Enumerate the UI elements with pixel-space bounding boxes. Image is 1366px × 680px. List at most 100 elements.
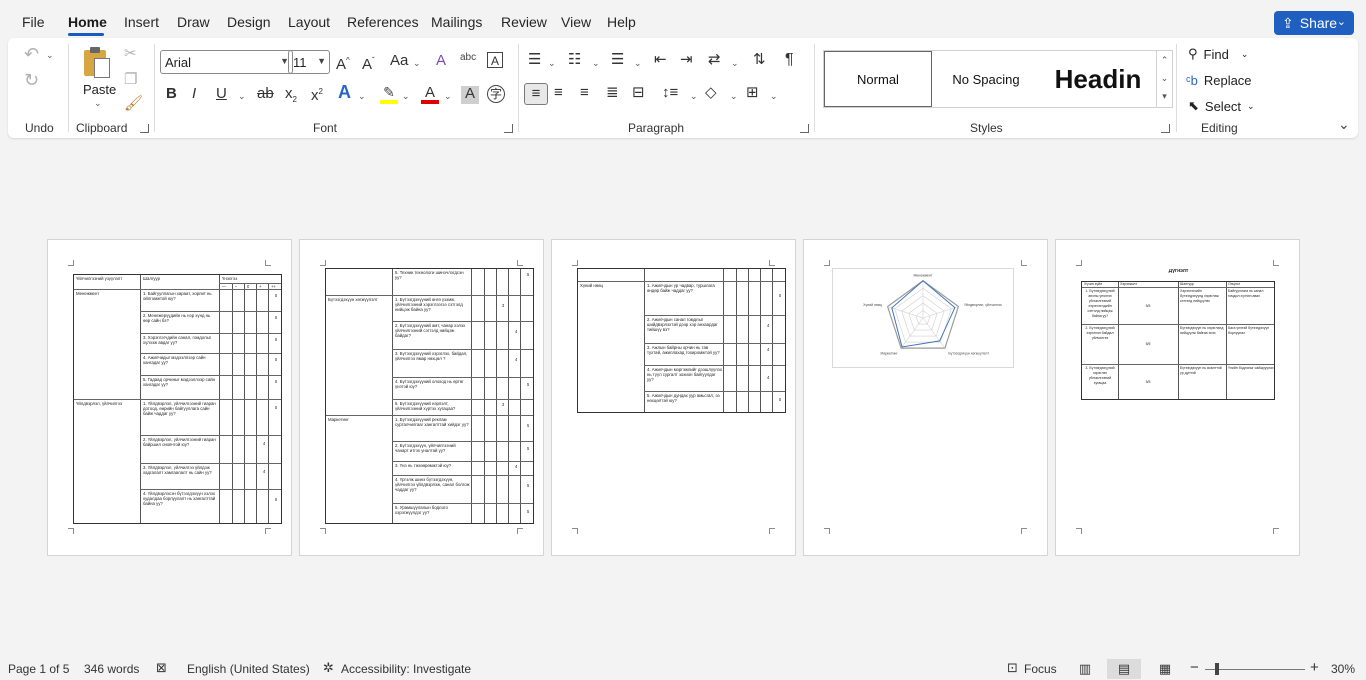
chevron-down-icon[interactable]: ▼: [317, 56, 326, 66]
web-layout-icon[interactable]: ▦: [1148, 659, 1182, 679]
font-name-box[interactable]: Arial ▼: [160, 50, 293, 74]
paste-icon[interactable]: [82, 46, 114, 80]
menu-design[interactable]: Design: [227, 14, 271, 30]
cut-icon[interactable]: ✂: [124, 46, 137, 62]
superscript-icon[interactable]: x2: [311, 84, 323, 104]
menu-view[interactable]: View: [561, 14, 591, 30]
menu-references[interactable]: References: [347, 14, 419, 30]
paste-button[interactable]: Paste: [83, 82, 116, 97]
focus-button[interactable]: Focus: [1024, 662, 1057, 676]
clear-formatting-icon[interactable]: A: [436, 53, 446, 69]
font-color-dropdown-icon[interactable]: ⌄: [444, 91, 452, 102]
styles-launcher-icon[interactable]: [1161, 124, 1170, 133]
share-button[interactable]: ⇪ Share ⌄: [1274, 11, 1354, 35]
menu-home[interactable]: Home: [68, 14, 107, 30]
character-border-icon[interactable]: A: [487, 52, 503, 68]
focus-icon[interactable]: ⊡: [1007, 660, 1018, 676]
highlight-icon[interactable]: ✎: [380, 84, 398, 104]
text-direction-dropdown-icon[interactable]: ⌄: [731, 58, 739, 69]
undo-icon[interactable]: ↶: [24, 45, 39, 63]
sort-icon[interactable]: ⇅: [753, 52, 766, 68]
numbering-dropdown-icon[interactable]: ⌄: [592, 58, 600, 69]
format-painter-icon[interactable]: 🖌: [124, 96, 143, 112]
document-page-1[interactable]: Үйлчилгээний үзүүлэлт Шалгуур Үнэлгээ — …: [47, 239, 292, 556]
phonetic-guide-icon[interactable]: abc: [460, 50, 476, 66]
shading-dropdown-icon[interactable]: ⌄: [730, 91, 738, 102]
menu-help[interactable]: Help: [607, 14, 636, 30]
shrink-font-icon[interactable]: Aˇ: [362, 53, 375, 73]
menu-file[interactable]: File: [22, 14, 45, 30]
redo-icon[interactable]: ↻: [24, 71, 39, 89]
document-page-2[interactable]: 5. Техник технологи шинэчлэгдсэн уу? 5 Б…: [299, 239, 544, 556]
more-styles-icon[interactable]: ▾: [1157, 87, 1172, 105]
chevron-down-icon[interactable]: ⌄: [1337, 15, 1346, 28]
highlight-dropdown-icon[interactable]: ⌄: [402, 91, 410, 102]
shading-icon[interactable]: ◇: [705, 85, 717, 101]
replace-button[interactable]: ᶜb Replace: [1186, 73, 1252, 88]
decrease-indent-icon[interactable]: ⇤: [654, 52, 667, 68]
text-effects-dropdown-icon[interactable]: ⌄: [358, 91, 366, 102]
text-effects-icon[interactable]: A: [338, 83, 351, 101]
multilevel-list-icon[interactable]: ☰: [611, 52, 624, 68]
accessibility-icon[interactable]: ✲: [323, 660, 334, 676]
chevron-down-icon[interactable]: ⌄: [1241, 49, 1249, 60]
grow-font-icon[interactable]: A^: [336, 53, 350, 73]
font-color-icon[interactable]: A: [421, 84, 439, 104]
borders-dropdown-icon[interactable]: ⌄: [770, 91, 778, 102]
style-normal[interactable]: Normal: [824, 51, 932, 107]
subscript-icon[interactable]: x2: [285, 86, 297, 108]
style-no-spacing[interactable]: No Spacing: [932, 51, 1040, 107]
styles-scrollbar[interactable]: ⌃ ⌄ ▾: [1156, 51, 1172, 107]
underline-icon[interactable]: U: [216, 86, 227, 102]
multilevel-list-dropdown-icon[interactable]: ⌄: [634, 58, 642, 69]
clipboard-launcher-icon[interactable]: [140, 124, 149, 133]
scroll-down-icon[interactable]: ⌄: [1157, 69, 1172, 87]
italic-icon[interactable]: I: [192, 86, 196, 102]
language[interactable]: English (United States): [187, 662, 310, 676]
numbering-icon[interactable]: ☷: [568, 52, 581, 68]
show-formatting-icon[interactable]: ¶: [785, 52, 794, 68]
borders-icon[interactable]: ⊞: [746, 85, 759, 101]
zoom-slider-thumb[interactable]: [1215, 663, 1219, 675]
word-count[interactable]: 346 words: [84, 662, 139, 676]
accessibility-status[interactable]: Accessibility: Investigate: [341, 662, 471, 676]
bold-icon[interactable]: B: [166, 86, 177, 102]
scroll-up-icon[interactable]: ⌃: [1157, 51, 1172, 69]
line-spacing-dropdown-icon[interactable]: ⌄: [690, 91, 698, 102]
page-count[interactable]: Page 1 of 5: [8, 662, 69, 676]
select-button[interactable]: ⬉ Select ⌄: [1188, 98, 1255, 114]
style-heading[interactable]: Headin: [1040, 51, 1156, 107]
zoom-in-icon[interactable]: +: [1310, 659, 1319, 676]
menu-mailings[interactable]: Mailings: [431, 14, 482, 30]
justify-icon[interactable]: ≣: [606, 85, 619, 101]
paragraph-launcher-icon[interactable]: [800, 124, 809, 133]
bullets-icon[interactable]: ☰: [528, 52, 541, 68]
zoom-slider[interactable]: [1205, 669, 1305, 670]
strikethrough-icon[interactable]: ab: [257, 86, 274, 102]
proofing-icon[interactable]: ⊠: [156, 660, 167, 676]
align-center-icon[interactable]: ≡: [554, 85, 563, 101]
line-spacing-icon[interactable]: ↕≡: [662, 85, 678, 101]
font-size-box[interactable]: 11 ▼: [288, 50, 330, 74]
enclose-characters-icon[interactable]: 字: [487, 85, 505, 103]
text-direction-icon[interactable]: ⇄: [708, 52, 721, 68]
menu-draw[interactable]: Draw: [177, 14, 210, 30]
character-shading-icon[interactable]: A: [461, 86, 479, 104]
menu-insert[interactable]: Insert: [124, 14, 159, 30]
undo-dropdown-icon[interactable]: ⌄: [46, 50, 54, 61]
document-page-5[interactable]: Дүгнэлт Хүчин зүйл Хэрэгжилт Шалгуур Онц…: [1055, 239, 1300, 556]
print-layout-icon[interactable]: ▤: [1107, 659, 1141, 679]
paste-dropdown-icon[interactable]: ⌄: [94, 98, 102, 109]
change-case-dropdown-icon[interactable]: ⌄: [413, 58, 421, 69]
align-left-icon[interactable]: ≡: [524, 83, 548, 105]
document-page-3[interactable]: Хүний нөөц 1. Ажилчдын үр чадвар, туршла…: [551, 239, 796, 556]
increase-indent-icon[interactable]: ⇥: [680, 52, 693, 68]
read-mode-icon[interactable]: ▥: [1068, 659, 1102, 679]
underline-dropdown-icon[interactable]: ⌄: [238, 91, 246, 102]
change-case-icon[interactable]: Aa: [390, 53, 408, 69]
zoom-out-icon[interactable]: −: [1190, 659, 1199, 676]
font-launcher-icon[interactable]: [504, 124, 513, 133]
menu-layout[interactable]: Layout: [288, 14, 330, 30]
align-right-icon[interactable]: ≡: [580, 85, 589, 101]
bullets-dropdown-icon[interactable]: ⌄: [548, 58, 556, 69]
